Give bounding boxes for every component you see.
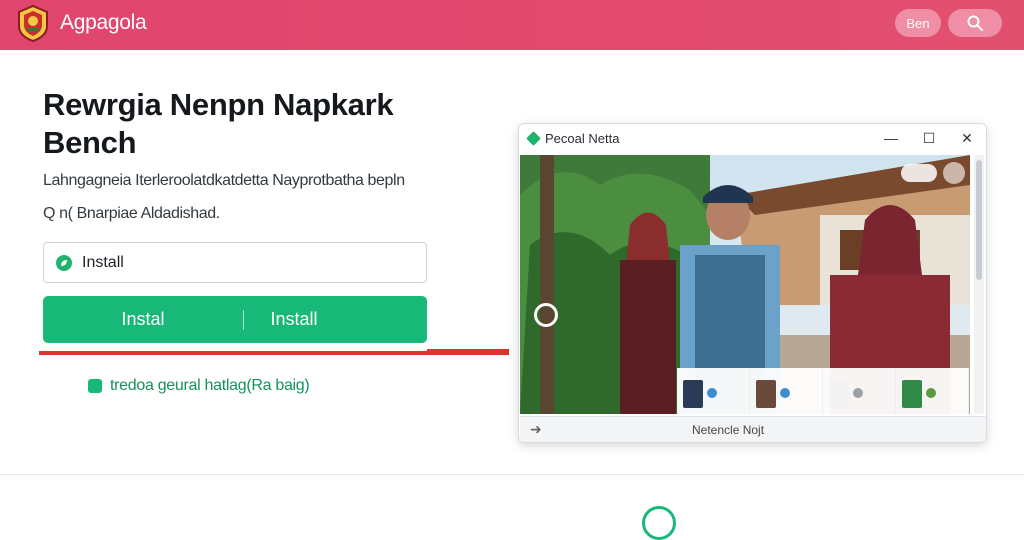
window-status-text: Netencle Nojt bbox=[692, 423, 765, 437]
install-field[interactable]: Install bbox=[43, 242, 427, 283]
maximize-icon[interactable]: ☐ bbox=[917, 128, 941, 148]
info-link-text[interactable]: tredoa geural hatlag(Ra baig) bbox=[110, 377, 310, 395]
ben-button[interactable]: Ben bbox=[895, 9, 941, 37]
ben-button-label: Ben bbox=[906, 15, 930, 31]
window-scrollbar-thumb[interactable] bbox=[976, 160, 982, 280]
leaf-icon bbox=[56, 254, 72, 271]
preview-window: Pecoal Netta — ☐ ✕ ➜ Netencle Nojt bbox=[518, 123, 987, 443]
top-navigation-bar: Agpagola Ben bbox=[0, 0, 1024, 50]
photo-overlay-pill[interactable] bbox=[901, 164, 937, 182]
thumbnail-icon bbox=[926, 388, 936, 398]
thumbnail-item[interactable] bbox=[750, 368, 823, 414]
thumbnail-item[interactable] bbox=[677, 368, 750, 414]
install-button-right-label[interactable]: Install bbox=[244, 309, 344, 330]
thumbnail-image bbox=[756, 380, 776, 408]
minimize-icon[interactable]: — bbox=[879, 128, 903, 148]
window-status-bar: ➜ Netencle Nojt bbox=[520, 416, 986, 442]
arrow-right-icon[interactable]: ➜ bbox=[530, 421, 542, 438]
install-button[interactable]: Instal Install bbox=[43, 296, 427, 343]
meta-text: Q n( Bnarpiae Aldadishad. bbox=[43, 205, 220, 222]
photo-overlay-button[interactable] bbox=[943, 162, 965, 184]
thumbnail-image bbox=[829, 380, 849, 408]
close-icon[interactable]: ✕ bbox=[955, 128, 979, 148]
crest-logo[interactable] bbox=[16, 4, 50, 42]
thumbnail-image bbox=[902, 380, 922, 408]
thumbnail-image bbox=[683, 380, 703, 408]
install-field-value: Install bbox=[82, 253, 124, 271]
thumbnail-icon bbox=[853, 388, 863, 398]
section-divider bbox=[0, 474, 1024, 475]
thumbnail-item[interactable] bbox=[896, 368, 969, 414]
search-icon bbox=[967, 15, 983, 31]
info-link[interactable]: tredoa geural hatlag(Ra baig) bbox=[88, 377, 310, 395]
play-icon[interactable] bbox=[534, 303, 558, 327]
loading-indicator-icon bbox=[642, 506, 676, 540]
app-name[interactable]: Agpagola bbox=[60, 11, 147, 35]
red-underline bbox=[39, 349, 509, 355]
install-button-left-label[interactable]: Instal bbox=[43, 309, 243, 330]
window-title: Pecoal Netta bbox=[545, 131, 620, 146]
thumbnail-strip bbox=[677, 368, 969, 414]
meta-line: Q n( Bnarpiae Aldadishad. bbox=[43, 205, 220, 223]
page-description: Lahngagneia Iterleroolatdkatdetta Naypro… bbox=[43, 172, 405, 189]
thumbnail-icon bbox=[707, 388, 717, 398]
bookmark-icon bbox=[88, 379, 102, 393]
page-title: Rewrgia Nenpn Napkark Bench bbox=[43, 87, 394, 160]
search-button[interactable] bbox=[948, 9, 1002, 37]
thumbnail-icon bbox=[780, 388, 790, 398]
window-app-icon bbox=[526, 131, 541, 146]
thumbnail-item[interactable] bbox=[823, 368, 896, 414]
